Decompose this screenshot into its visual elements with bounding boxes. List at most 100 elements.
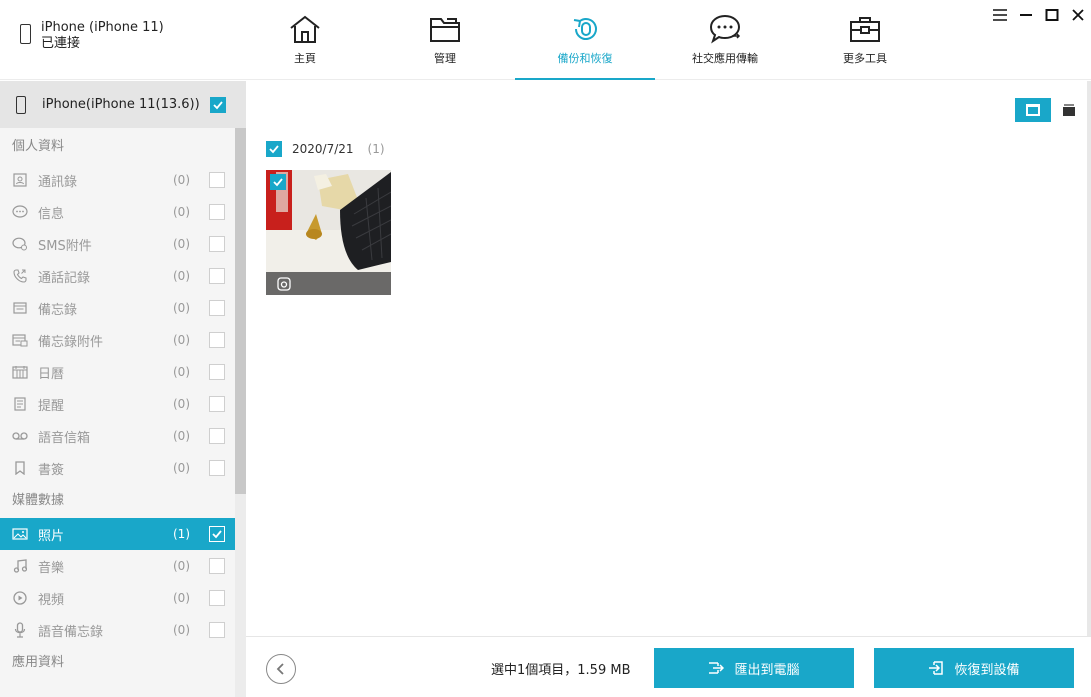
sidebar-item-count: (0): [173, 365, 190, 379]
date-group-header: 2020/7/21 (1): [266, 141, 385, 157]
nav-more-tools[interactable]: 更多工具: [795, 0, 935, 80]
camera-icon: [277, 277, 291, 291]
category-checkbox[interactable]: [209, 558, 225, 574]
photo-checkbox[interactable]: [270, 174, 286, 190]
view-toggle: [1015, 98, 1087, 122]
sidebar-item-voicemail[interactable]: 語音信箱 (0): [0, 420, 235, 452]
sidebar-item-calendar[interactable]: 日曆 (0): [0, 356, 235, 388]
window-controls: [987, 4, 1091, 26]
sidebar-item-music[interactable]: 音樂 (0): [0, 550, 235, 582]
nav-more-tools-label: 更多工具: [843, 52, 887, 65]
category-checkbox[interactable]: [209, 590, 225, 606]
main-scrollbar-track: [1087, 81, 1091, 636]
sidebar-item-label: 語音備忘錄: [38, 624, 104, 640]
footer-bar: 選中1個項目，1.59 MB 匯出到電腦 恢復到設備: [246, 636, 1091, 697]
sidebar-item-contacts[interactable]: 通訊錄 (0): [0, 164, 235, 196]
category-checkbox[interactable]: [209, 428, 225, 444]
list-view-button[interactable]: [1051, 98, 1087, 122]
sidebar-item-videos[interactable]: 視頻 (0): [0, 582, 235, 614]
export-to-computer-button[interactable]: 匯出到電腦: [654, 648, 854, 688]
device-connection-status: 已連接: [41, 36, 81, 51]
export-icon: [709, 662, 725, 674]
selection-summary: 選中1個項目，1.59 MB: [491, 663, 631, 678]
section-media-data: 媒體數據: [12, 493, 65, 508]
backup-restore-icon: [573, 18, 597, 40]
device-select-all-checkbox[interactable]: [210, 96, 226, 113]
nav-manage[interactable]: 管理: [375, 0, 515, 80]
sidebar-item-label: 書簽: [38, 462, 65, 478]
grid-view-button[interactable]: [1015, 98, 1051, 122]
sidebar-item-count: (0): [173, 591, 190, 605]
sidebar-item-count: (0): [173, 333, 190, 347]
category-checkbox[interactable]: [209, 364, 225, 380]
sidebar-item-count: (0): [173, 301, 190, 315]
category-checkbox[interactable]: [209, 526, 225, 542]
nav-home-label: 主頁: [294, 52, 316, 65]
category-checkbox[interactable]: [209, 172, 225, 188]
nav-social-transfer-label: 社交應用傳輸: [692, 52, 758, 65]
category-checkbox[interactable]: [209, 300, 225, 316]
sidebar-item-sms-attachments[interactable]: SMS附件 (0): [0, 228, 235, 260]
sidebar-item-notes-attachments[interactable]: 備忘錄附件 (0): [0, 324, 235, 356]
sidebar-item-label: 音樂: [38, 560, 65, 576]
back-button[interactable]: [266, 654, 296, 684]
top-bar: iPhone (iPhone 11) 已連接 主頁 管理 備份和恢復 社交應用傳…: [0, 0, 1091, 80]
home-icon: [290, 15, 320, 43]
sidebar-item-label: 語音信箱: [38, 430, 91, 446]
chevron-left-icon: [276, 663, 284, 675]
category-checkbox[interactable]: [209, 236, 225, 252]
category-checkbox[interactable]: [209, 622, 225, 638]
sidebar-device-row[interactable]: iPhone(iPhone 11(13.6)): [0, 81, 246, 128]
section-app-data: 應用資料: [12, 655, 65, 670]
nav-backup-restore[interactable]: 備份和恢復: [515, 0, 655, 80]
voice-memo-icon: [12, 622, 28, 638]
category-checkbox[interactable]: [209, 460, 225, 476]
sidebar-item-bookmarks[interactable]: 書簽 (0): [0, 452, 235, 484]
minimize-icon[interactable]: [1013, 4, 1039, 26]
sidebar-scrollbar[interactable]: [235, 128, 246, 697]
sidebar-item-label: 視頻: [38, 592, 65, 608]
sidebar-item-label: 提醒: [38, 398, 65, 414]
sidebar-item-notes[interactable]: 備忘錄 (0): [0, 292, 235, 324]
category-checkbox[interactable]: [209, 396, 225, 412]
restore-to-device-button[interactable]: 恢復到設備: [874, 648, 1074, 688]
sidebar-item-count: (0): [173, 559, 190, 573]
nav-social-transfer[interactable]: 社交應用傳輸: [655, 0, 795, 80]
sidebar-item-count: (1): [173, 527, 190, 541]
call-log-icon: [12, 268, 28, 284]
sidebar: iPhone(iPhone 11(13.6)) 個人資料 通訊錄 (0) 信息 …: [0, 81, 246, 697]
date-group-count: (1): [367, 142, 385, 156]
folder-icon: [430, 18, 460, 42]
export-button-label: 匯出到電腦: [734, 662, 800, 678]
grid-view-icon: [1026, 104, 1040, 116]
sidebar-item-voice-memos[interactable]: 語音備忘錄 (0): [0, 614, 235, 646]
sidebar-item-reminders[interactable]: 提醒 (0): [0, 388, 235, 420]
calendar-icon: [12, 364, 28, 380]
sidebar-scrollbar-thumb[interactable]: [235, 128, 246, 494]
date-group-label: 2020/7/21: [292, 142, 354, 156]
message-icon: [12, 204, 28, 220]
sidebar-item-label: 通話記錄: [38, 270, 91, 286]
nav-home[interactable]: 主頁: [235, 0, 375, 80]
sidebar-item-call-log[interactable]: 通話記錄 (0): [0, 260, 235, 292]
date-group-checkbox[interactable]: [266, 141, 282, 157]
sidebar-item-count: (0): [173, 461, 190, 475]
restore-icon: [929, 661, 944, 675]
sidebar-item-count: (0): [173, 205, 190, 219]
sidebar-item-count: (0): [173, 269, 190, 283]
photo-thumbnail[interactable]: [266, 170, 391, 295]
maximize-icon[interactable]: [1039, 4, 1065, 26]
close-icon[interactable]: [1065, 4, 1091, 26]
category-checkbox[interactable]: [209, 268, 225, 284]
sidebar-device-label: iPhone(iPhone 11(13.6)): [42, 97, 200, 112]
category-checkbox[interactable]: [209, 332, 225, 348]
contacts-icon: [12, 172, 28, 188]
sidebar-item-photos[interactable]: 照片 (1): [0, 518, 235, 550]
menu-icon[interactable]: [987, 4, 1013, 26]
sidebar-item-count: (0): [173, 429, 190, 443]
sidebar-item-count: (0): [173, 623, 190, 637]
notes-icon: [12, 300, 28, 316]
category-checkbox[interactable]: [209, 204, 225, 220]
sidebar-item-label: 照片: [38, 528, 65, 544]
sidebar-item-messages[interactable]: 信息 (0): [0, 196, 235, 228]
